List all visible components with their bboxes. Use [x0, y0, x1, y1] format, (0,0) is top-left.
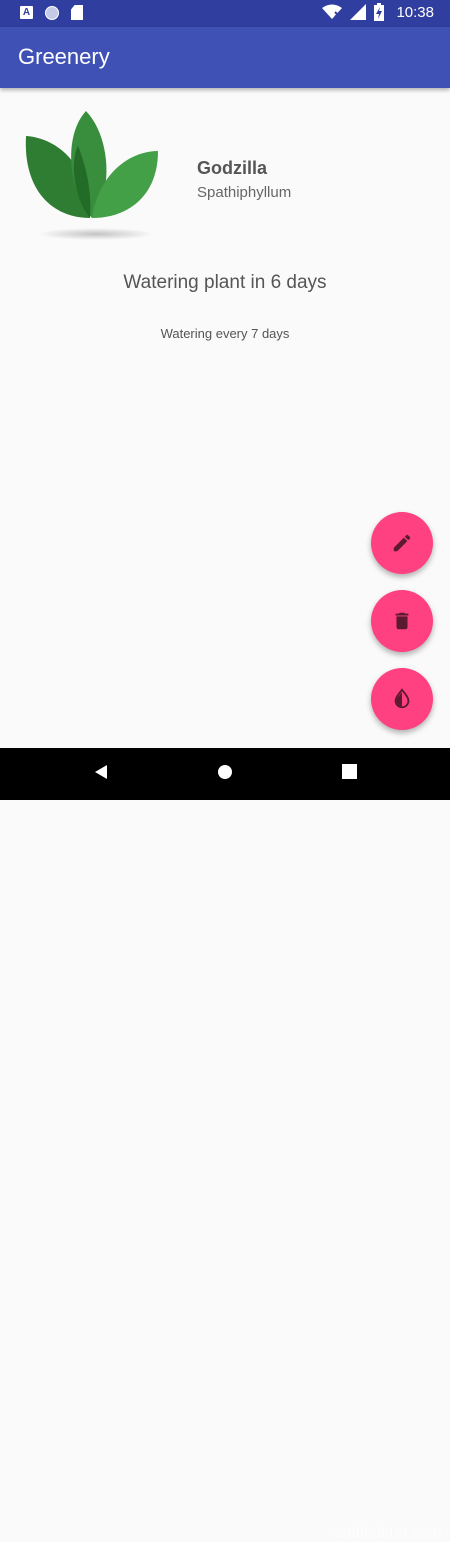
wifi-icon	[322, 4, 343, 19]
circle-icon	[45, 5, 59, 20]
water-fab[interactable]	[371, 668, 433, 730]
status-bar: A 10:38	[0, 0, 450, 27]
watermark: softlookup.com	[334, 1524, 442, 1541]
system-icons: 10:38	[322, 3, 434, 21]
app-title: Greenery	[18, 44, 110, 69]
navigation-bar: softlookup.com	[0, 748, 450, 1541]
clock: 10:38	[396, 3, 434, 21]
back-icon[interactable]	[93, 764, 109, 780]
recents-icon[interactable]	[342, 764, 357, 779]
app-bar: Greenery	[0, 27, 450, 88]
water-drop-icon	[394, 688, 410, 709]
signal-icon	[350, 4, 367, 20]
watering-status: Watering plant in 6 days	[123, 272, 327, 293]
plant-name: Godzilla	[197, 158, 268, 178]
sd-card-icon	[71, 5, 83, 20]
battery-icon	[374, 3, 385, 21]
trash-icon	[395, 612, 409, 630]
a-icon: A	[20, 6, 33, 19]
watering-interval: Watering every 7 days	[160, 326, 290, 341]
notification-icons: A	[20, 5, 83, 20]
edit-fab[interactable]	[371, 512, 433, 574]
home-icon[interactable]	[217, 764, 233, 780]
pencil-icon	[393, 534, 411, 552]
delete-fab[interactable]	[371, 590, 433, 652]
plant-image	[25, 111, 158, 240]
plant-species: Spathiphyllum	[197, 184, 292, 201]
